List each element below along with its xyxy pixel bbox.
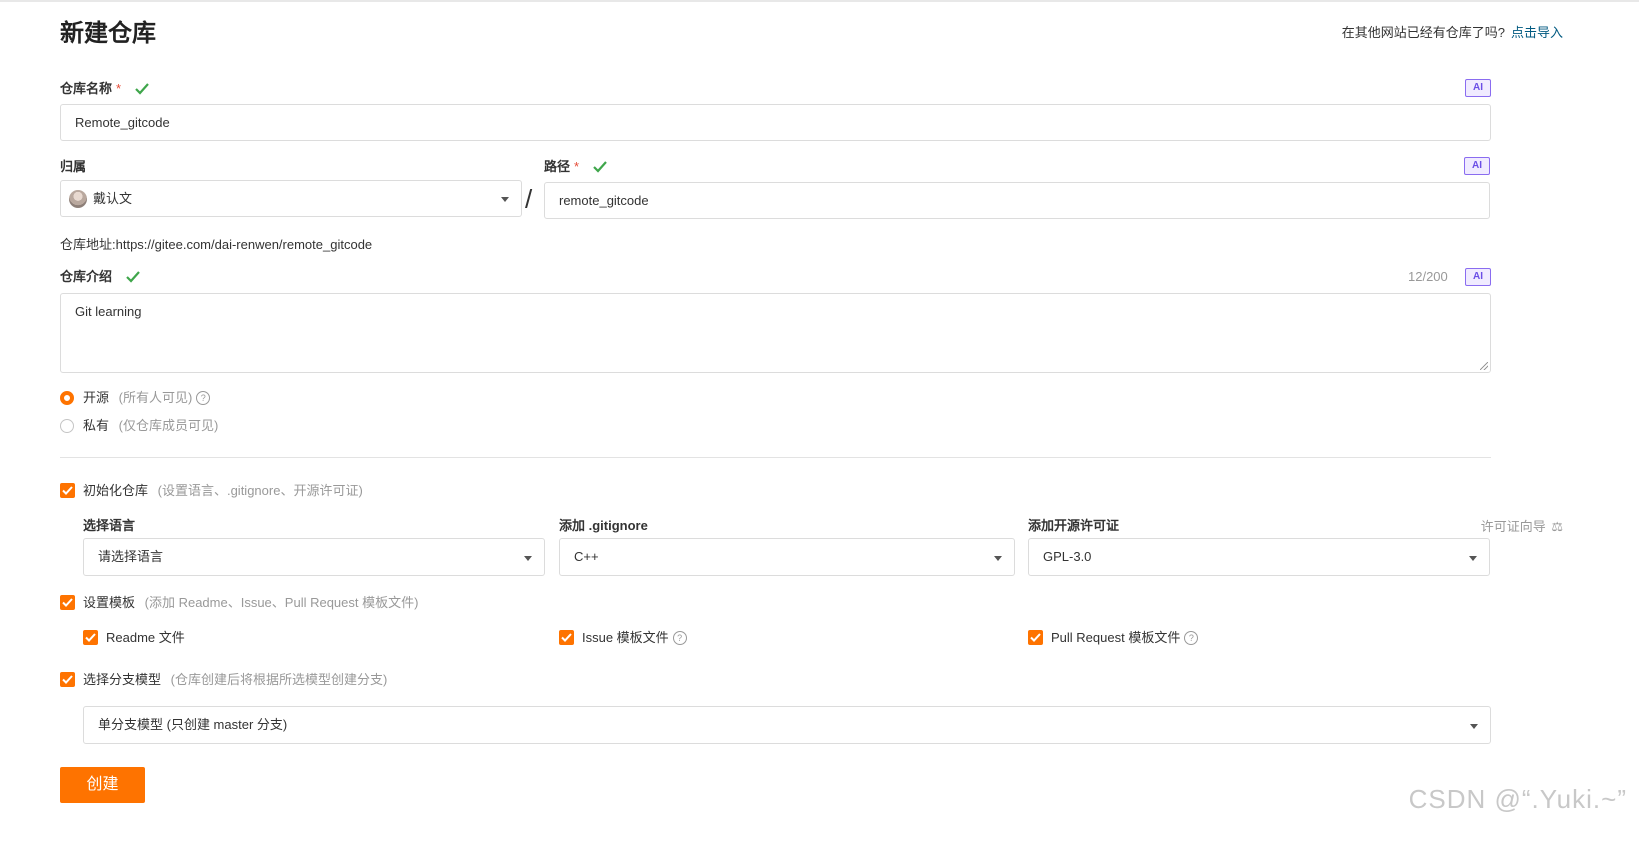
branch-model-checkbox[interactable] <box>60 672 75 687</box>
description-textarea[interactable]: Git learning <box>60 293 1491 373</box>
init-repo-hint: (设置语言、.gitignore、开源许可证) <box>157 483 363 498</box>
branch-model-label[interactable]: 选择分支模型 (仓库创建后将根据所选模型创建分支) <box>83 671 387 689</box>
import-prompt-text: 在其他网站已经有仓库了吗? <box>1341 25 1505 40</box>
repo-name-label: 仓库名称 * <box>60 80 149 98</box>
chevron-down-icon <box>524 556 532 561</box>
ai-badge-path[interactable]: AI <box>1464 157 1490 175</box>
license-wizard-text: 许可证向导 <box>1480 519 1546 534</box>
chevron-down-icon <box>994 556 1002 561</box>
chevron-down-icon <box>501 197 509 202</box>
repo-name-input[interactable]: Remote_gitcode <box>60 104 1491 141</box>
branch-model-hint: (仓库创建后将根据所选模型创建分支) <box>170 672 388 687</box>
resize-handle-icon[interactable] <box>1480 362 1488 370</box>
readme-label[interactable]: Readme 文件 <box>106 629 185 647</box>
license-label: 添加开源许可证 <box>1028 518 1120 533</box>
ai-badge-description[interactable]: AI <box>1465 268 1491 286</box>
path-separator: / <box>525 184 533 214</box>
help-icon[interactable]: ? <box>196 391 211 405</box>
description-value: Git learning <box>75 304 142 319</box>
owner-select[interactable]: 戴认文 <box>60 180 522 217</box>
import-link[interactable]: 点击导入 <box>1511 25 1563 40</box>
description-label-text: 仓库介绍 <box>60 269 113 284</box>
pr-template-label[interactable]: Pull Request 模板文件? <box>1051 629 1199 647</box>
templates-hint: (添加 Readme、Issue、Pull Request 模板文件) <box>144 595 419 610</box>
chevron-down-icon <box>1469 556 1477 561</box>
check-icon <box>134 83 149 95</box>
license-wizard-link[interactable]: 许可证向导 ⚖ <box>1481 518 1563 536</box>
description-label: 仓库介绍 <box>60 268 140 286</box>
templates-text: 设置模板 <box>83 595 136 610</box>
checkmark-icon <box>561 633 572 642</box>
license-select[interactable]: GPL-3.0 <box>1028 538 1490 576</box>
init-repo-checkbox[interactable] <box>60 483 75 498</box>
option-label: 开源 <box>83 390 110 405</box>
chevron-down-icon <box>1470 724 1478 729</box>
path-label-text: 路径 <box>544 159 571 174</box>
templates-label[interactable]: 设置模板 (添加 Readme、Issue、Pull Request 模板文件) <box>83 594 418 612</box>
checkmark-icon <box>85 633 96 642</box>
create-button[interactable]: 创建 <box>60 767 145 803</box>
check-icon <box>125 271 140 283</box>
pr-template-checkbox[interactable] <box>1028 630 1043 645</box>
language-select[interactable]: 请选择语言 <box>83 538 545 576</box>
owner-label: 归属 <box>60 159 87 174</box>
repo-address-url: https://gitee.com/dai-renwen/remote_gitc… <box>115 237 373 252</box>
radio-open[interactable] <box>60 391 74 405</box>
option-hint: (所有人可见) <box>118 390 193 405</box>
branch-model-value: 单分支模型 (只创建 master 分支) <box>98 717 288 732</box>
divider <box>60 457 1491 458</box>
check-icon <box>592 161 607 173</box>
license-value: GPL-3.0 <box>1043 549 1092 564</box>
readme-checkbox[interactable] <box>83 630 98 645</box>
repo-address: 仓库地址:https://gitee.com/dai-renwen/remote… <box>60 236 372 254</box>
gitignore-select[interactable]: C++ <box>559 538 1015 576</box>
checkmark-icon <box>62 486 73 495</box>
path-input[interactable]: remote_gitcode <box>544 182 1490 219</box>
option-label: 私有 <box>83 418 110 433</box>
checkmark-icon <box>62 675 73 684</box>
ai-badge-repo-name[interactable]: AI <box>1465 79 1491 97</box>
help-icon[interactable]: ? <box>1184 631 1199 645</box>
branch-model-select[interactable]: 单分支模型 (只创建 master 分支) <box>83 706 1491 744</box>
import-prompt: 在其他网站已经有仓库了吗? 点击导入 <box>1342 24 1563 42</box>
issue-template-text: Issue 模板文件 <box>582 630 669 645</box>
checkmark-icon <box>1030 633 1041 642</box>
avatar <box>69 190 87 208</box>
gitignore-label: 添加 .gitignore <box>559 518 648 533</box>
watermark: CSDN @“.Yuki.~” <box>1408 784 1627 814</box>
visibility-option-open[interactable]: 开源 (所有人可见)? <box>83 389 211 407</box>
radio-private[interactable] <box>60 419 74 433</box>
issue-template-label[interactable]: Issue 模板文件? <box>582 629 687 647</box>
scale-icon: ⚖ <box>1551 519 1563 534</box>
option-hint: (仅仓库成员可见) <box>118 418 219 433</box>
visibility-option-private[interactable]: 私有 (仅仓库成员可见) <box>83 417 218 435</box>
page-title: 新建仓库 <box>60 20 156 47</box>
init-repo-text: 初始化仓库 <box>83 483 149 498</box>
init-repo-label[interactable]: 初始化仓库 (设置语言、.gitignore、开源许可证) <box>83 482 363 500</box>
gitignore-value: C++ <box>574 549 599 564</box>
repo-address-label: 仓库地址: <box>60 237 116 252</box>
pr-template-text: Pull Request 模板文件 <box>1051 630 1181 645</box>
branch-model-text: 选择分支模型 <box>83 672 162 687</box>
templates-checkbox[interactable] <box>60 595 75 610</box>
language-label: 选择语言 <box>83 518 136 533</box>
checkmark-icon <box>62 598 73 607</box>
owner-value: 戴认文 <box>93 191 133 206</box>
issue-template-checkbox[interactable] <box>559 630 574 645</box>
required-mark: * <box>116 81 122 96</box>
repo-name-label-text: 仓库名称 <box>60 81 113 96</box>
language-value: 请选择语言 <box>98 549 164 564</box>
required-mark: * <box>574 159 580 174</box>
description-counter: 12/200 <box>1408 269 1448 284</box>
path-label: 路径 * <box>544 158 607 176</box>
top-border <box>0 0 1639 2</box>
help-icon[interactable]: ? <box>672 631 687 645</box>
